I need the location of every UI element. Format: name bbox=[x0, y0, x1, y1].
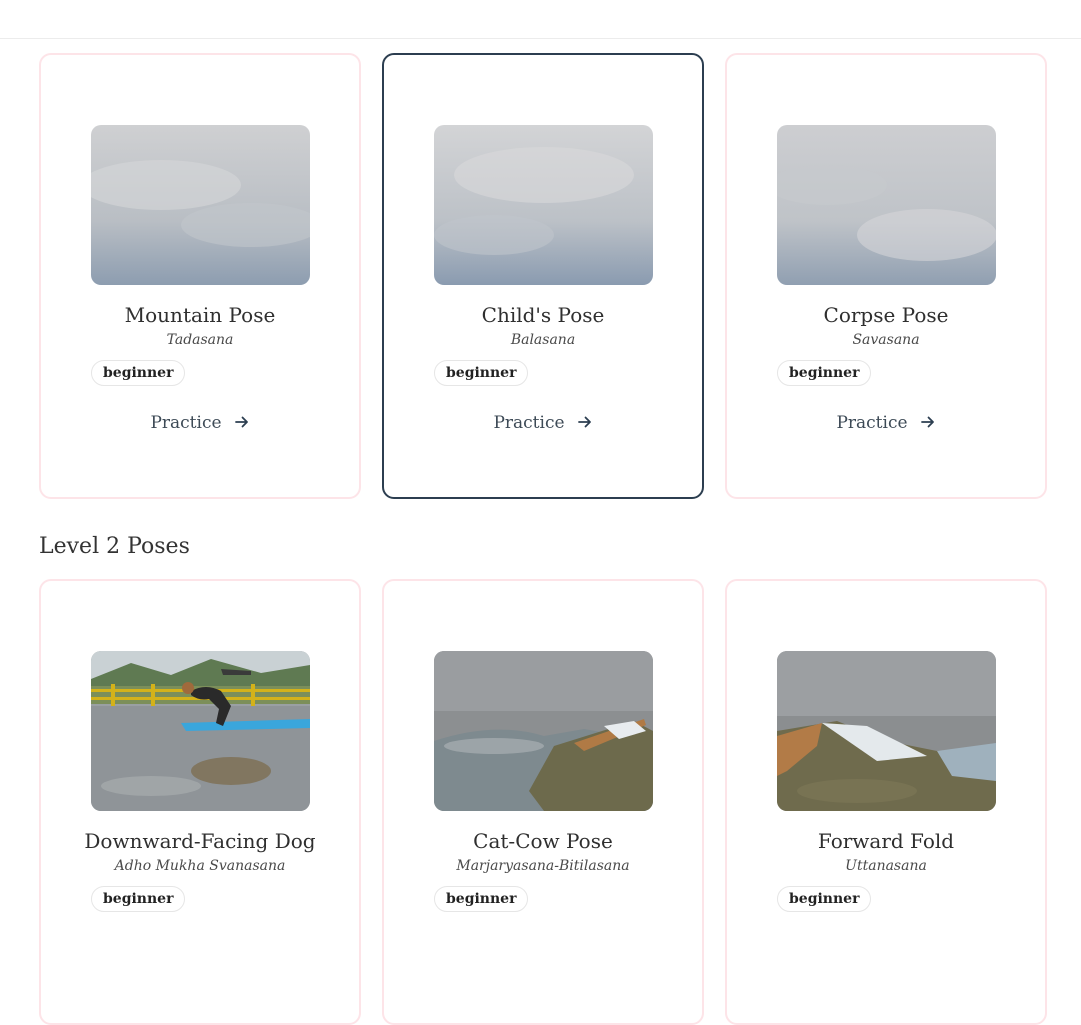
arrow-right-icon bbox=[920, 414, 936, 435]
practice-label: Practice bbox=[836, 413, 908, 433]
pose-sanskrit-name: Balasana bbox=[510, 332, 576, 348]
pose-card-mountain[interactable]: Mountain Pose Tadasana beginner Practice bbox=[39, 53, 361, 499]
arrow-right-icon bbox=[234, 414, 250, 435]
difficulty-badge: beginner bbox=[434, 886, 529, 912]
practice-link[interactable]: Practice bbox=[727, 413, 1045, 435]
difficulty-badge: beginner bbox=[777, 360, 872, 386]
pose-title: Cat-Cow Pose bbox=[473, 829, 613, 853]
practice-label: Practice bbox=[150, 413, 222, 433]
practice-link[interactable]: Practice bbox=[384, 413, 702, 435]
difficulty-badge: beginner bbox=[777, 886, 872, 912]
difficulty-badge: beginner bbox=[91, 886, 186, 912]
pose-image bbox=[777, 651, 996, 811]
pose-sanskrit-name: Marjaryasana-Bitilasana bbox=[456, 858, 630, 874]
level-2-pose-grid: Downward-Facing Dog Adho Mukha Svanasana… bbox=[39, 579, 1048, 1025]
pose-sanskrit-name: Tadasana bbox=[166, 332, 234, 348]
pose-title: Corpse Pose bbox=[823, 303, 949, 327]
difficulty-badge: beginner bbox=[91, 360, 186, 386]
arrow-right-icon bbox=[577, 414, 593, 435]
pose-image bbox=[777, 125, 996, 285]
practice-link[interactable]: Practice bbox=[41, 413, 359, 435]
pose-title: Child's Pose bbox=[481, 303, 605, 327]
pose-title: Downward-Facing Dog bbox=[84, 829, 316, 853]
pose-image bbox=[434, 651, 653, 811]
pose-card-forward-fold[interactable]: Forward Fold Uttanasana beginner bbox=[725, 579, 1047, 1025]
difficulty-badge: beginner bbox=[434, 360, 529, 386]
pose-sanskrit-name: Adho Mukha Svanasana bbox=[114, 858, 286, 874]
pose-title: Forward Fold bbox=[817, 829, 955, 853]
pose-image bbox=[434, 125, 653, 285]
pose-card-downward-dog[interactable]: Downward-Facing Dog Adho Mukha Svanasana… bbox=[39, 579, 361, 1025]
pose-card-cat-cow[interactable]: Cat-Cow Pose Marjaryasana-Bitilasana beg… bbox=[382, 579, 704, 1025]
pose-card-corpse[interactable]: Corpse Pose Savasana beginner Practice bbox=[725, 53, 1047, 499]
pose-sanskrit-name: Uttanasana bbox=[845, 858, 927, 874]
pose-image bbox=[91, 125, 310, 285]
top-header-bar bbox=[0, 0, 1081, 39]
practice-label: Practice bbox=[493, 413, 565, 433]
pose-card-child[interactable]: Child's Pose Balasana beginner Practice bbox=[382, 53, 704, 499]
pose-sanskrit-name: Savasana bbox=[852, 332, 920, 348]
pose-title: Mountain Pose bbox=[124, 303, 276, 327]
section-heading-level-2: Level 2 Poses bbox=[39, 534, 190, 559]
level-1-pose-grid: Mountain Pose Tadasana beginner Practice… bbox=[39, 53, 1048, 499]
pose-image bbox=[91, 651, 310, 811]
